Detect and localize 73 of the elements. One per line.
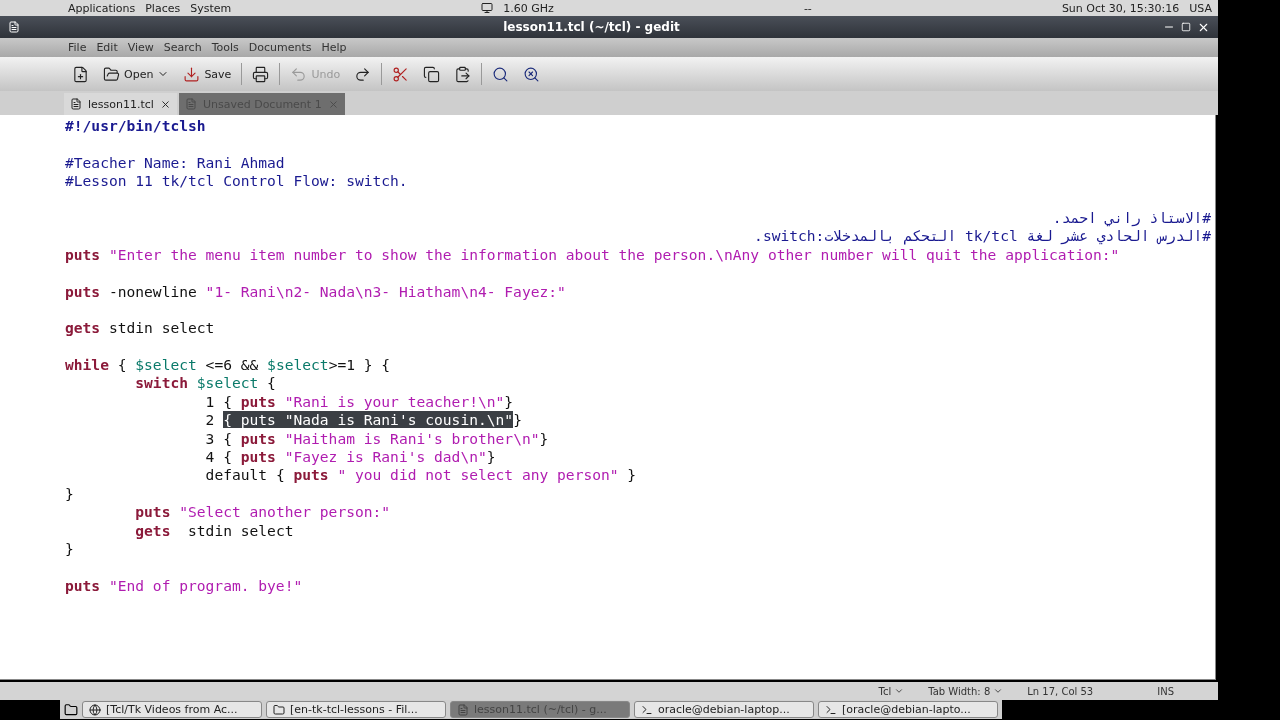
document-tab[interactable]: lesson11.tcl (64, 93, 177, 115)
window-title: lesson11.tcl (~/tcl) - gedit (502, 20, 681, 34)
panel-menu[interactable]: Applications (68, 1, 136, 15)
scissors-icon (392, 65, 410, 83)
panel-text: -- (803, 1, 812, 15)
maximize-icon[interactable] (1181, 22, 1191, 32)
code-line: puts "End of program. bye!" (65, 576, 304, 596)
code-line: #Lesson 11 tk/tcl Control Flow: switch. (65, 172, 409, 191)
code-line: puts -nonewline "1- Rani\n2- Nada\n3- Hiatham\n4- Fayez:" (65, 282, 567, 301)
printer-icon (252, 65, 270, 83)
clock[interactable]: Sun Oct 30, 15:30:16 (1061, 1, 1180, 15)
code-line: 4 { puts "Fayez is Rani's dad\n"} (204, 448, 497, 467)
cpu-frequency: 1.60 GHz (503, 1, 554, 15)
document-icon (457, 703, 469, 716)
save-button[interactable]: Save (179, 63, 236, 85)
code-line: 1 { puts "Rani is your teacher!\n"} (204, 392, 515, 412)
tab-label: lesson11.tcl (88, 97, 154, 111)
code-line: } (65, 484, 75, 504)
code-line: #الدرس الحادي عشر لغة tk/tcl التحكم بالمدخلات:switch. (753, 227, 1211, 246)
search-icon (492, 65, 510, 83)
code-line: puts "Select another person:" (134, 503, 392, 522)
language-selector[interactable]: Tcl (878, 685, 905, 697)
caret-icon (894, 686, 905, 696)
taskbar-button[interactable]: [oracle@debian-lapto... (818, 701, 998, 718)
code-line: default { puts " you did not select any person" } (204, 466, 638, 485)
show-desktop-icon[interactable] (64, 702, 78, 717)
panel-menu[interactable]: System (190, 1, 232, 15)
taskbar-button[interactable]: [Tcl/Tk Videos from Ac... (82, 701, 262, 718)
menu-item[interactable]: Edit (96, 41, 118, 54)
open-button[interactable]: Open (99, 63, 174, 85)
menu-item[interactable]: File (68, 41, 87, 54)
menu-item[interactable]: View (127, 41, 154, 54)
code-line: switch $select { (134, 374, 277, 393)
undo-icon (290, 65, 308, 83)
code-line: 3 { puts "Haitham is Rani's brother\n"} (204, 429, 550, 449)
keyboard-layout[interactable]: USA (1189, 1, 1212, 15)
menu-item[interactable]: Search (163, 41, 202, 54)
terminal-icon (825, 703, 837, 716)
document-icon (70, 98, 82, 110)
code-line: #الاستاذ راني احمد. (1051, 208, 1211, 228)
folder-icon (103, 65, 120, 83)
menu-item[interactable]: Documents (248, 41, 312, 54)
new-file-icon (72, 65, 89, 83)
globe-icon (89, 703, 101, 716)
redo-icon (354, 65, 372, 83)
code-line: #Teacher Name: Rani Ahmad (65, 153, 286, 173)
search-replace-icon (523, 65, 541, 83)
menu-item[interactable]: Help (321, 41, 347, 54)
code-line: #!/usr/bin/tclsh (65, 117, 207, 136)
copy-icon (423, 65, 441, 83)
text-editor[interactable] (0, 115, 1216, 680)
code-line: gets stdin select (134, 521, 295, 540)
code-line: while { $select <=6 && $select>=1 } { (65, 356, 392, 375)
close-icon[interactable] (159, 98, 171, 110)
taskbar-button[interactable]: oracle@debian-laptop... (634, 701, 814, 718)
panel-menu[interactable]: Places (145, 1, 181, 15)
monitor-icon[interactable] (481, 2, 494, 14)
menu-item[interactable]: Tools (211, 41, 239, 54)
tab-width-selector[interactable]: Tab Width: 8 (928, 685, 1004, 697)
document-icon (184, 98, 197, 110)
cursor-position: Ln 17, Col 53 (1027, 685, 1094, 697)
folder-icon (273, 703, 285, 716)
app-icon (8, 21, 20, 33)
caret-icon (993, 686, 1004, 696)
code-line: gets stdin select (65, 319, 216, 338)
taskbar-button[interactable]: [en-tk-tcl-lessons - Fil... (266, 701, 446, 718)
paste-icon (454, 65, 472, 83)
terminal-icon (641, 703, 653, 716)
code-line: } (65, 540, 75, 559)
code-line: 2 { puts "Nada is Rani's cousin.\n"} (204, 411, 523, 430)
save-icon (183, 65, 201, 83)
code-line: puts "Enter the menu item number to show the information about the person.\nAny other number will quit the application:" (65, 245, 1121, 265)
insert-mode: INS (1157, 685, 1174, 697)
